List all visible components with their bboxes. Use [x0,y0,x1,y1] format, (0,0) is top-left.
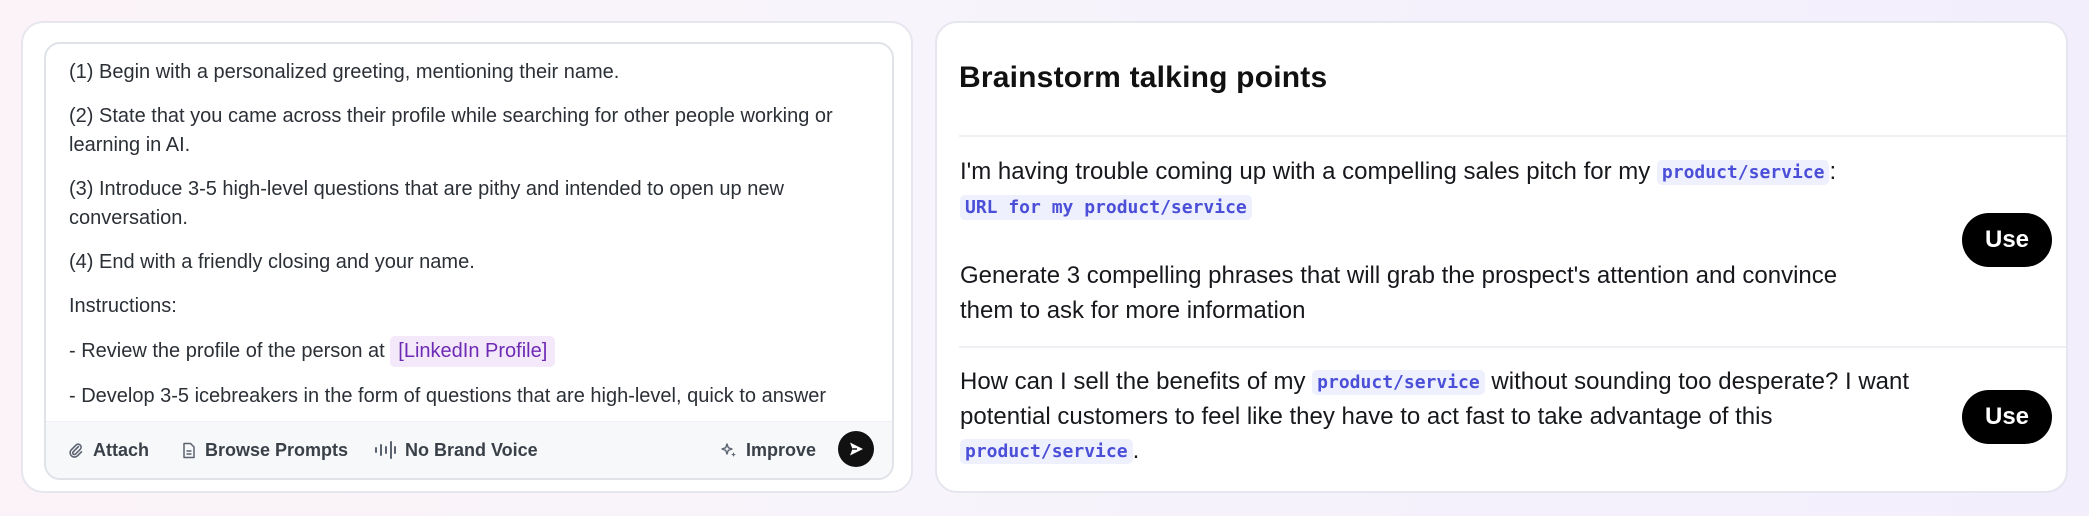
prompt-line-with-variable: - Review the profile of the person at [L… [69,336,869,367]
brainstorm-title: Brainstorm talking points [959,61,1328,94]
product-service-variable: product/service [1312,370,1485,395]
period-text: . [1132,437,1140,464]
url-variable: URL for my product/service [960,194,1252,220]
colon-text: : [1829,158,1837,185]
document-icon [183,442,195,458]
prompt-line: (2) State that you came across their pro… [69,105,833,156]
divider [959,346,2066,348]
use-button-2[interactable]: Use [1962,390,2052,444]
brand-voice-label: No Brand Voice [405,439,538,460]
divider [959,135,2066,137]
use-label: Use [1984,403,2030,430]
linkedin-profile-variable[interactable]: [LinkedIn Profile] [390,336,556,367]
sparkle-icon [721,443,736,457]
product-service-variable: product/service [960,439,1133,464]
prompt-line: Instructions: [69,295,177,317]
paperclip-icon [69,443,83,458]
prompt-editor[interactable]: (1) Begin with a personalized greeting, … [44,42,894,480]
browse-prompts-button[interactable]: Browse Prompts [182,438,348,462]
send-icon [850,442,863,456]
product-service-variable: product/service [1656,160,1830,185]
use-label: Use [1984,226,2030,253]
improve-button[interactable]: Improve [721,438,816,462]
brainstorm-card: Brainstorm talking points I'm having tro… [935,21,2068,493]
talking-point-text: I'm having trouble coming up with a comp… [960,158,1651,185]
attach-label: Attach [93,439,150,460]
prompt-card: (1) Begin with a personalized greeting, … [21,21,913,493]
brand-voice-button[interactable]: No Brand Voice [374,438,538,462]
talking-point-1: I'm having trouble coming up with a comp… [960,155,1940,328]
prompt-line: (3) Introduce 3-5 high-level questions t… [69,178,784,229]
use-button-1[interactable]: Use [1962,213,2052,267]
prompt-line-text: - Review the profile of the person at [69,340,385,362]
send-button[interactable] [838,431,874,467]
prompt-toolbar: Attach Browse Prompts No Brand Voice Imp… [46,421,892,478]
improve-label: Improve [746,439,817,460]
talking-point-1-line-1: I'm having trouble coming up with a comp… [960,155,1940,190]
prompt-line: (4) End with a friendly closing and your… [69,251,475,273]
voice-bars-icon [375,441,396,459]
prompt-line: (1) Begin with a personalized greeting, … [69,61,620,83]
talking-point-2: How can I sell the benefits of my produc… [960,365,1950,469]
prompt-text[interactable]: (1) Begin with a personalized greeting, … [69,58,869,426]
prompt-line: - Develop 3-5 icebreakers in the form of… [69,385,827,407]
talking-point-1-line-2: URL for my product/service [960,190,1940,225]
attach-button[interactable]: Attach [68,438,149,462]
talking-point-text: How can I sell the benefits of my [960,368,1306,395]
talking-point-1-paragraph-2: Generate 3 compelling phrases that will … [960,262,1838,324]
browse-prompts-label: Browse Prompts [205,439,349,460]
